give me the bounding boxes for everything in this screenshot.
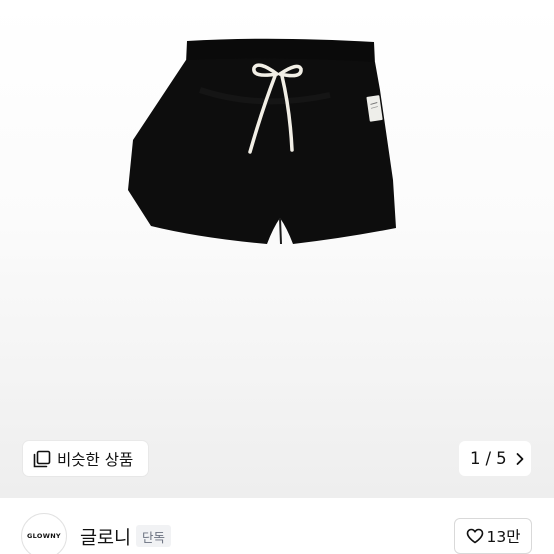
chevron-right-icon [515, 452, 525, 466]
product-image-shorts [128, 38, 396, 245]
pager-current: 1 [470, 449, 481, 468]
brand-bar: GLOWNY 글로니 단독 13만 [0, 498, 554, 554]
image-pager[interactable]: 1 / 5 [459, 441, 531, 476]
pager-separator: / [485, 449, 492, 468]
product-image-area[interactable]: 비슷한 상품 1 / 5 [0, 0, 554, 498]
like-count: 13만 [486, 528, 521, 546]
like-button[interactable]: 13만 [454, 518, 532, 554]
similar-items-button[interactable]: 비슷한 상품 [23, 441, 148, 476]
similar-items-icon [33, 450, 51, 468]
brand-name-link[interactable]: 글로니 [80, 524, 131, 550]
pager-total: 5 [496, 449, 507, 468]
brand-logo-avatar[interactable]: GLOWNY [21, 513, 67, 554]
heart-outline-icon [466, 528, 484, 544]
brand-logo-text: GLOWNY [27, 532, 61, 540]
exclusive-badge: 단독 [136, 525, 172, 547]
similar-items-label: 비슷한 상품 [57, 450, 134, 469]
